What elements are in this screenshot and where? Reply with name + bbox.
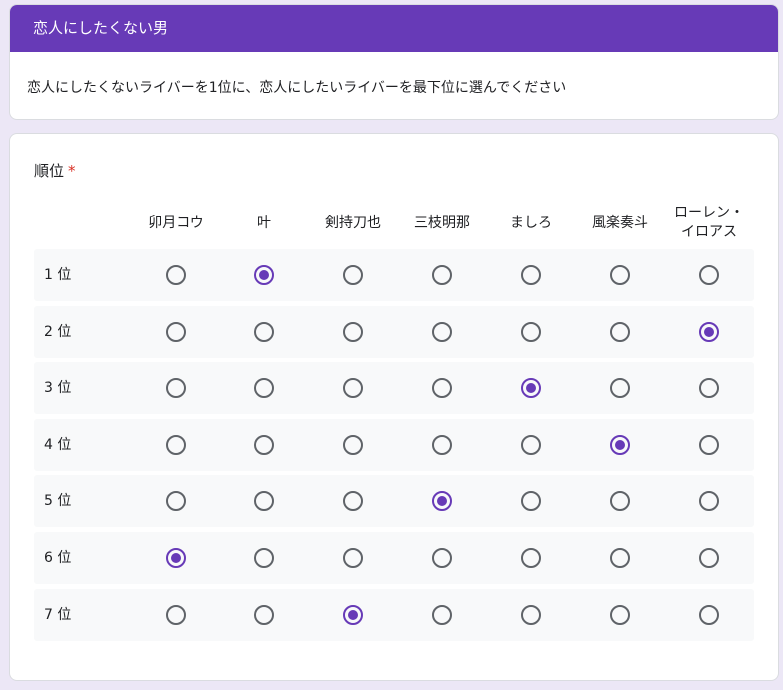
radio-button[interactable] xyxy=(254,604,274,625)
section-card: 恋人にしたくない男 恋人にしたくないライバーを1位に、恋人にしたいライバーを最下… xyxy=(9,4,779,120)
radio-button[interactable] xyxy=(166,265,186,285)
radio-button[interactable] xyxy=(610,378,630,399)
radio-button[interactable] xyxy=(432,434,452,455)
column-header: 剣持刀也 xyxy=(325,215,381,231)
row-label: 3 位 xyxy=(44,380,72,397)
grid-row: 4 位 xyxy=(34,418,754,471)
radio-button[interactable] xyxy=(699,321,719,342)
row-label: 5 位 xyxy=(44,493,72,510)
section-description: 恋人にしたくないライバーを1位に、恋人にしたいライバーを最下位に選んでください xyxy=(27,80,567,96)
radio-button[interactable] xyxy=(699,604,719,625)
radio-button[interactable] xyxy=(254,265,274,285)
radio-button[interactable] xyxy=(343,604,363,625)
radio-button[interactable] xyxy=(343,491,363,512)
radio-button[interactable] xyxy=(432,321,452,342)
radio-button[interactable] xyxy=(699,265,719,285)
grid-row: 6 位 xyxy=(34,532,754,584)
column-header: 風楽奏斗 xyxy=(592,215,648,231)
radio-button[interactable] xyxy=(343,434,363,455)
column-header: 叶 xyxy=(257,215,271,231)
radio-button[interactable] xyxy=(610,265,630,285)
column-header: ローレン・ イロアス xyxy=(674,205,744,240)
question-title-text: 順位 xyxy=(34,162,65,180)
radio-button[interactable] xyxy=(521,265,541,285)
radio-button[interactable] xyxy=(610,604,630,625)
radio-button[interactable] xyxy=(432,604,452,625)
row-label: 2 位 xyxy=(44,323,72,340)
radio-button[interactable] xyxy=(521,434,541,455)
radio-button[interactable] xyxy=(166,604,186,625)
radio-button[interactable] xyxy=(166,491,186,512)
question-title: 順位 * xyxy=(34,160,76,181)
grid-row: 2 位 xyxy=(34,305,754,358)
column-header: 三枝明那 xyxy=(414,215,470,231)
radio-button[interactable] xyxy=(521,491,541,512)
radio-button[interactable] xyxy=(610,491,630,512)
radio-button[interactable] xyxy=(521,321,541,342)
question-card: 順位 * 卯月コウ 叶 剣持刀也 三枝明那 ましろ 風楽奏斗 ローレン・ イロアス 1 位 2 位 3… xyxy=(9,133,779,681)
radio-button[interactable] xyxy=(432,378,452,399)
radio-button[interactable] xyxy=(254,548,274,568)
radio-button[interactable] xyxy=(254,491,274,512)
radio-button[interactable] xyxy=(343,265,363,285)
radio-button[interactable] xyxy=(432,548,452,568)
row-label: 7 位 xyxy=(44,606,72,623)
radio-button[interactable] xyxy=(432,491,452,512)
radio-button[interactable] xyxy=(610,321,630,342)
radio-button[interactable] xyxy=(166,321,186,342)
radio-button[interactable] xyxy=(166,378,186,399)
grid-row: 3 位 xyxy=(34,362,754,415)
column-header: 卯月コウ xyxy=(148,215,204,231)
section-title: 恋人にしたくない男 xyxy=(10,5,778,52)
required-asterisk: * xyxy=(68,162,76,180)
grid-row: 1 位 xyxy=(34,249,754,301)
row-label: 6 位 xyxy=(44,550,72,566)
radio-button[interactable] xyxy=(610,548,630,568)
radio-button[interactable] xyxy=(254,434,274,455)
radio-button[interactable] xyxy=(521,378,541,399)
radio-button[interactable] xyxy=(699,548,719,568)
radio-button[interactable] xyxy=(610,434,630,455)
radio-button[interactable] xyxy=(432,265,452,285)
radio-button[interactable] xyxy=(699,434,719,455)
radio-button[interactable] xyxy=(166,548,186,568)
radio-button[interactable] xyxy=(343,548,363,568)
radio-button[interactable] xyxy=(699,491,719,512)
row-label: 1 位 xyxy=(44,267,72,283)
radio-button[interactable] xyxy=(521,548,541,568)
row-label: 4 位 xyxy=(44,436,72,453)
radio-button[interactable] xyxy=(343,378,363,399)
radio-button[interactable] xyxy=(521,604,541,625)
radio-button[interactable] xyxy=(343,321,363,342)
grid-row: 5 位 xyxy=(34,475,754,528)
grid-row: 7 位 xyxy=(34,588,754,641)
radio-button[interactable] xyxy=(699,378,719,399)
radio-button[interactable] xyxy=(166,434,186,455)
radio-button[interactable] xyxy=(254,378,274,399)
column-header: ましろ xyxy=(510,215,552,231)
radio-button[interactable] xyxy=(254,321,274,342)
